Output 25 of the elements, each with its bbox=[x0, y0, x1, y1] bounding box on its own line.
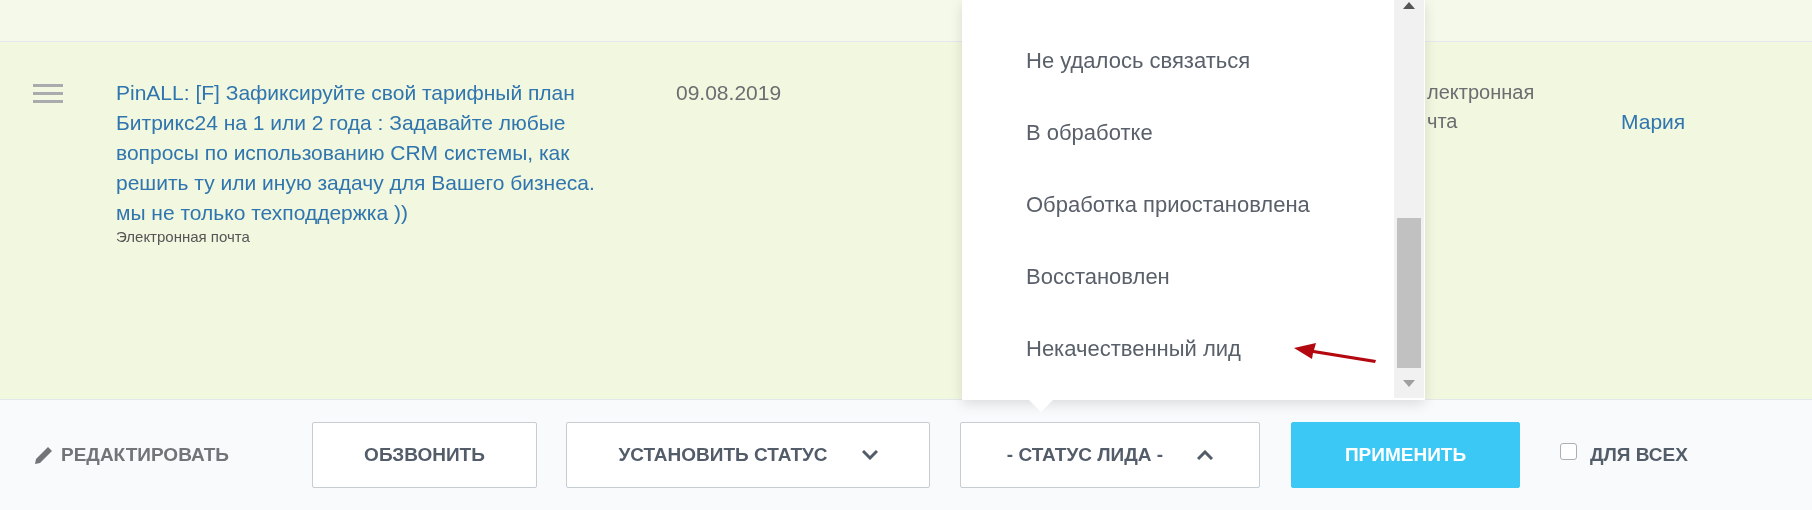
date-cell-text: 09.08.2019 bbox=[676, 80, 783, 106]
table-cell-text: чта bbox=[1427, 109, 1459, 134]
edit-link[interactable]: РЕДАКТИРОВАТЬ bbox=[33, 440, 280, 470]
dropdown-button[interactable]: - СТАТУС ЛИДА - bbox=[960, 422, 1260, 488]
scrollbar-thumb[interactable] bbox=[1397, 218, 1421, 368]
menu-icon[interactable] bbox=[33, 84, 63, 103]
chevron-icon bbox=[1197, 450, 1214, 460]
table-cell-text: лектронная bbox=[1427, 80, 1536, 105]
menu-item[interactable]: Восстановлен bbox=[962, 258, 1392, 330]
menu-item[interactable]: В обработке bbox=[962, 114, 1392, 186]
responsible-link[interactable]: Мария bbox=[1621, 107, 1686, 137]
checkbox-label: ДЛЯ ВСЕХ bbox=[1590, 442, 1688, 467]
source-label: Электронная почта bbox=[116, 228, 251, 246]
pencil-icon bbox=[33, 444, 55, 466]
scrollbar[interactable] bbox=[1394, 0, 1424, 398]
lead-title-link[interactable]: PinALL: [F] Зафиксируйте свой тарифный план Битрикс24 на 1 или 2 года : Задавайте любые вопросы по использованию CRM системы, как решить ту или иную задачу для Вашего бизнеса. мы не только техподдержка )) bbox=[116, 78, 601, 228]
scroll-up-icon[interactable] bbox=[1403, 2, 1415, 9]
menu-item[interactable]: Обработка приостановлена bbox=[962, 186, 1392, 258]
button[interactable]: ОБЗВОНИТЬ bbox=[312, 422, 537, 488]
scroll-down-icon[interactable] bbox=[1403, 380, 1415, 387]
menu-item[interactable]: Не удалось связаться bbox=[962, 42, 1392, 114]
chevron-icon bbox=[861, 450, 878, 460]
checkbox[interactable] bbox=[1560, 442, 1577, 460]
dropdown-button[interactable]: УСТАНОВИТЬ СТАТУС bbox=[566, 422, 930, 488]
menu-item[interactable]: Некачественный лид bbox=[962, 330, 1392, 402]
